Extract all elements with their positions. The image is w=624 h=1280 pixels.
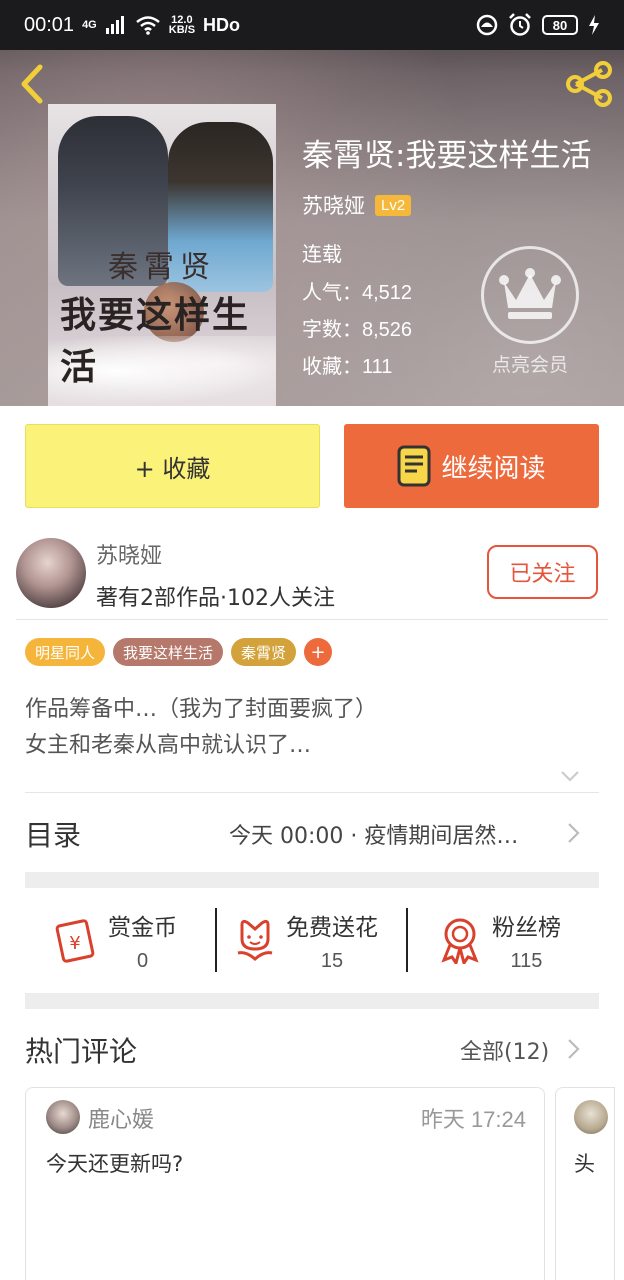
status-bar: 00:01 4G 12.0 KB/S HDo 80 xyxy=(0,0,624,50)
serial-status: 连载 xyxy=(302,242,342,266)
red-envelope-icon: ¥ xyxy=(55,919,95,963)
crown-icon xyxy=(481,246,579,344)
description-line: 作品筹备中…（我为了封面要疯了） xyxy=(25,697,378,722)
word-count-stat: 字数：8,526 xyxy=(302,317,413,341)
cover-title-line1: 秦霄贤 xyxy=(108,250,216,285)
section-separator xyxy=(25,993,599,1009)
divider xyxy=(25,792,599,793)
comment-text: 今天还更新吗? xyxy=(46,1152,184,1176)
book-icon xyxy=(397,445,431,487)
book-title: 秦霄贤:我要这样生活 xyxy=(302,138,592,174)
hd-indicator: HDo xyxy=(203,14,241,35)
author-stats: 著有2部作品·102人关注 xyxy=(96,586,335,611)
latest-chapter[interactable]: 今天 00:00 · 疫情期间居然… xyxy=(229,818,549,850)
network-type: 4G xyxy=(82,19,97,31)
free-flowers-value: 15 xyxy=(320,949,344,972)
author-avatar[interactable] xyxy=(16,538,86,608)
commenter-avatar[interactable] xyxy=(46,1100,80,1134)
vip-label: 点亮会员 xyxy=(491,354,568,376)
tag-chip[interactable]: 我要这样生活 xyxy=(113,638,224,666)
svg-text:¥: ¥ xyxy=(69,933,80,954)
collect-button[interactable]: + 收藏 xyxy=(25,424,320,508)
chevron-right-icon[interactable] xyxy=(564,1037,582,1061)
flower-icon xyxy=(237,919,273,962)
hot-comments-title: 热门评论 xyxy=(25,1035,138,1068)
book-header: 00:01 4G 12.0 KB/S HDo 80 秦霄贤 我要这样生活 秦霄贤… xyxy=(0,0,624,406)
fan-ranking-value: 115 xyxy=(510,949,543,972)
alarm-icon xyxy=(509,13,531,36)
signal-icon xyxy=(105,16,124,34)
tag-chip[interactable]: 明星同人 xyxy=(25,638,106,666)
free-flowers-label: 免费送花 xyxy=(286,914,378,941)
commenter-name[interactable]: 鹿心媛 xyxy=(88,1102,154,1134)
favorites-stat: 收藏：111 xyxy=(302,354,393,378)
app-status-icon xyxy=(476,14,498,36)
book-author-line: 苏晓娅 Lv2 xyxy=(302,190,412,220)
continue-reading-button[interactable]: 继续阅读 xyxy=(344,424,599,508)
author-name[interactable]: 苏晓娅 xyxy=(96,538,162,570)
reward-coins-label: 赏金币 xyxy=(108,914,177,941)
fan-ranking-label: 粉丝榜 xyxy=(492,914,561,941)
chevron-down-icon[interactable] xyxy=(558,764,582,788)
divider xyxy=(406,908,408,972)
collect-label: + 收藏 xyxy=(134,454,211,483)
status-time: 00:01 xyxy=(24,13,75,36)
chevron-right-icon[interactable] xyxy=(564,821,582,845)
popularity-stat: 人气：4,512 xyxy=(302,280,413,304)
book-cover[interactable]: 秦霄贤 我要这样生活 xyxy=(48,104,276,406)
comment-card[interactable]: 头 xyxy=(555,1087,615,1280)
divider xyxy=(215,908,217,972)
follow-button[interactable]: 已关注 xyxy=(487,545,598,599)
battery-icon: 80 xyxy=(542,15,578,35)
comment-text: 头 xyxy=(574,1152,595,1176)
wifi-icon xyxy=(135,16,160,35)
tag-chip[interactable]: 秦霄贤 xyxy=(231,638,297,666)
medal-icon xyxy=(441,918,479,964)
continue-reading-label: 继续阅读 xyxy=(441,453,546,484)
reward-coins-item[interactable]: ¥ 赏金币 0 xyxy=(52,904,177,976)
back-arrow-icon[interactable] xyxy=(14,62,54,106)
section-separator xyxy=(25,872,599,888)
book-author[interactable]: 苏晓娅 xyxy=(302,190,365,220)
level-badge: Lv2 xyxy=(375,194,412,216)
catalog-title[interactable]: 目录 xyxy=(25,814,81,854)
commenter-avatar[interactable] xyxy=(574,1100,608,1134)
all-comments-link[interactable]: 全部(12) xyxy=(460,1034,549,1066)
charging-icon xyxy=(589,15,599,35)
cover-title-line2: 我要这样生活 xyxy=(60,294,251,388)
share-icon[interactable] xyxy=(564,58,616,110)
vip-button[interactable]: 点亮会员 xyxy=(480,246,580,377)
comment-card[interactable]: 鹿心媛 昨天 17:24 今天还更新吗? xyxy=(25,1087,545,1280)
fan-ranking-item[interactable]: 粉丝榜 115 xyxy=(438,904,561,976)
reward-coins-value: 0 xyxy=(136,949,149,972)
divider xyxy=(16,619,608,620)
free-flowers-item[interactable]: 免费送花 15 xyxy=(234,904,378,976)
tag-list: 明星同人 我要这样生活 秦霄贤 + xyxy=(25,638,333,666)
description-line: 女主和老秦从高中就认识了… xyxy=(25,733,312,758)
book-description: 作品筹备中…（我为了封面要疯了） 女主和老秦从高中就认识了… xyxy=(25,692,377,764)
network-speed: 12.0 KB/S xyxy=(168,14,196,36)
follow-label: 已关注 xyxy=(509,562,576,587)
comment-time: 昨天 17:24 xyxy=(420,1107,526,1132)
add-tag-button[interactable]: + xyxy=(304,638,333,666)
